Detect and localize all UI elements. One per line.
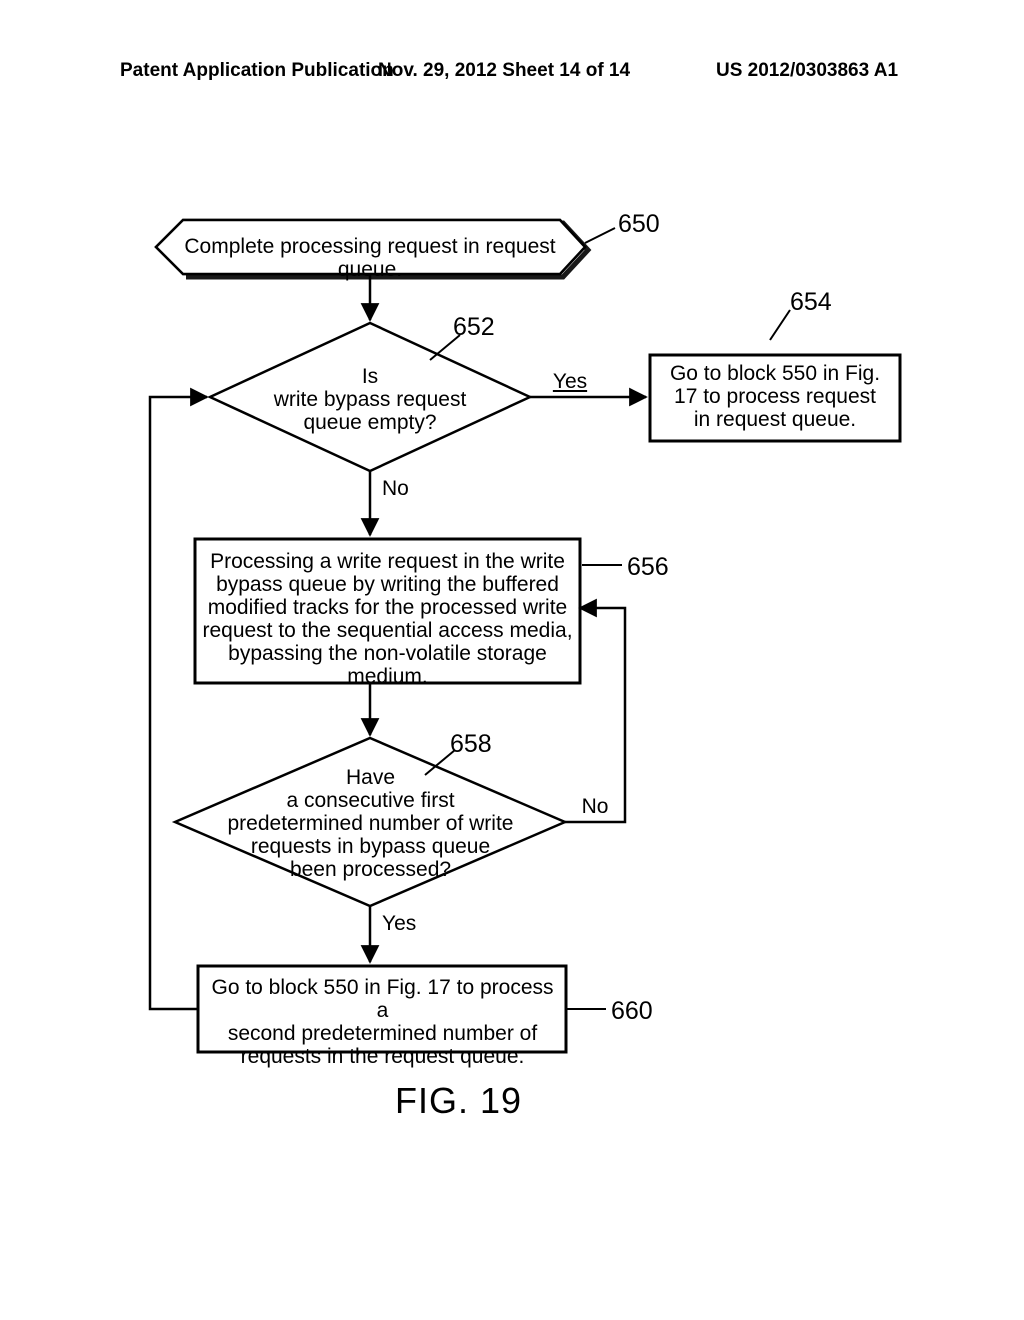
d2-no: No <box>575 795 615 818</box>
d1-no: No <box>382 477 422 500</box>
ref-658: 658 <box>450 730 492 759</box>
figure-label: FIG. 19 <box>395 1080 522 1122</box>
d1-yes: Yes <box>545 370 595 393</box>
start-text: Complete processing request in request q… <box>180 235 560 281</box>
ref-656: 656 <box>627 553 669 582</box>
d2-yes: Yes <box>382 912 432 935</box>
ref-652: 652 <box>453 313 495 342</box>
box660-text: Go to block 550 in Fig. 17 to process a … <box>205 976 560 1068</box>
box654-text: Go to block 550 in Fig. 17 to process re… <box>655 362 895 431</box>
decision2-text: Have a consecutive first predetermined n… <box>223 766 518 881</box>
ref-650: 650 <box>618 210 660 239</box>
ref-660: 660 <box>611 997 653 1026</box>
box656-text: Processing a write request in the write … <box>200 550 575 689</box>
decision1-text: Is write bypass request queue empty? <box>260 365 480 434</box>
ref-654: 654 <box>790 288 832 317</box>
